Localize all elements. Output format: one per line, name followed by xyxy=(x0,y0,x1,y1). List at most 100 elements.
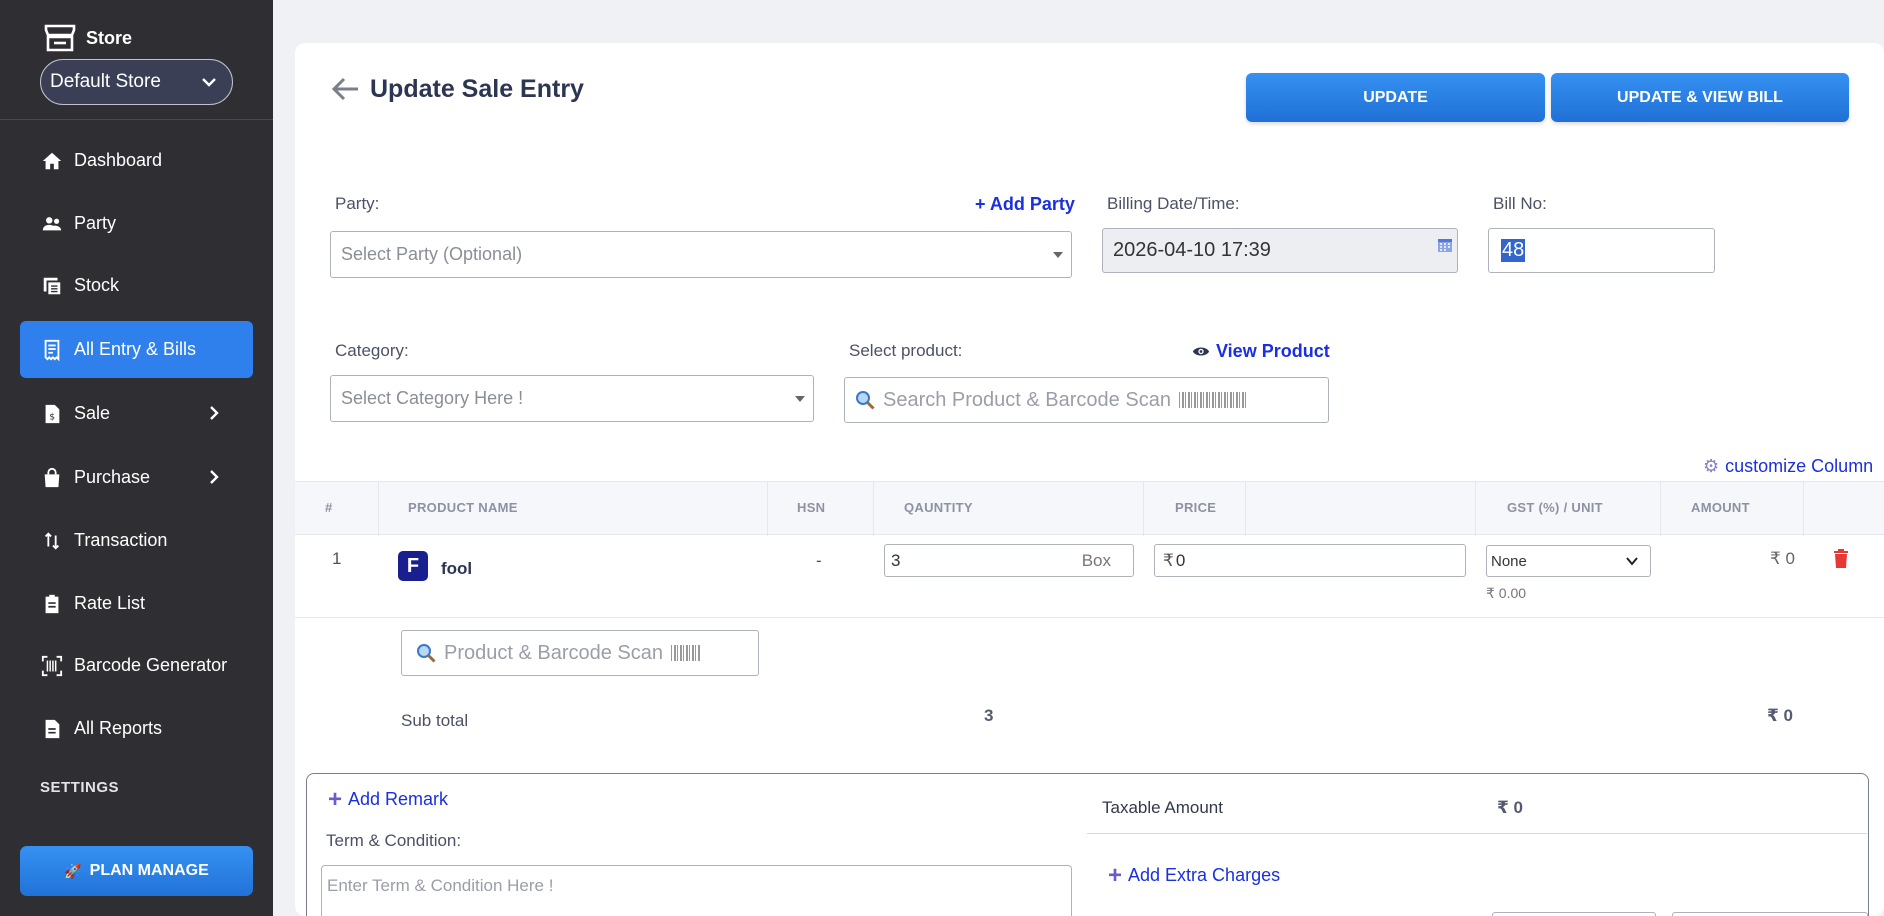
extra-charge-field[interactable] xyxy=(1492,912,1656,916)
home-icon xyxy=(40,149,64,173)
product-badge: F xyxy=(398,551,428,581)
sidebar-item-label: Sale xyxy=(74,403,111,423)
quantity-input[interactable]: 3 Box xyxy=(884,544,1134,577)
sidebar-item-label: All Entry & Bills xyxy=(74,339,197,359)
th-separator xyxy=(767,482,768,536)
th-separator xyxy=(1660,482,1661,536)
sidebar-item-barcode-generator[interactable]: Barcode Generator xyxy=(20,637,253,694)
gst-selected: None xyxy=(1491,552,1527,570)
sidebar-item-sale[interactable]: $ Sale xyxy=(20,385,253,442)
select-product-label: Select product: xyxy=(849,341,963,360)
product-name[interactable]: fool xyxy=(441,559,472,579)
sidebar-item-party[interactable]: Party xyxy=(20,195,253,252)
terms-label: Term & Condition: xyxy=(326,831,462,850)
sidebar-divider xyxy=(0,119,273,120)
currency-symbol: ₹ xyxy=(1163,550,1174,570)
sidebar-item-purchase[interactable]: Purchase xyxy=(20,449,253,506)
product-search-placeholder: Search Product & Barcode Scan xyxy=(883,388,1171,411)
page-title: Update Sale Entry xyxy=(330,73,584,105)
sidebar-item-stock[interactable]: Stock xyxy=(20,257,253,314)
gear-icon: ⚙ xyxy=(1703,456,1720,476)
th-product-name: PRODUCT NAME xyxy=(408,500,518,515)
customize-column-text: customize Column xyxy=(1725,456,1874,476)
store-icon xyxy=(44,24,76,52)
caret-down-icon xyxy=(795,395,805,402)
stock-icon xyxy=(40,274,64,298)
plan-manage-label: PLAN MANAGE xyxy=(89,862,209,879)
th-separator xyxy=(1245,482,1246,536)
th-quantity: QAUNTITY xyxy=(904,500,973,515)
terms-textarea[interactable]: Enter Term & Condition Here ! xyxy=(321,865,1072,916)
th-price: PRICE xyxy=(1175,500,1217,515)
row-index: 1 xyxy=(332,549,342,568)
th-separator xyxy=(873,482,874,536)
store-selected-value: Default Store xyxy=(50,71,161,92)
summary-divider xyxy=(1087,833,1867,834)
customize-column-link[interactable]: ⚙ customize Column xyxy=(1703,456,1873,477)
sidebar-item-label: Rate List xyxy=(74,593,146,613)
th-amount: AMOUNT xyxy=(1691,500,1750,515)
th-separator xyxy=(1143,482,1144,536)
gst-amount: ₹ 0.00 xyxy=(1486,585,1527,601)
subtotal-label: Sub total xyxy=(401,711,469,730)
calendar-icon[interactable] xyxy=(1437,237,1453,253)
people-icon xyxy=(40,212,64,236)
sale-doc-icon: $ xyxy=(40,402,64,426)
sidebar-item-dashboard[interactable]: Dashboard xyxy=(20,132,253,189)
bill-no-label: Bill No: xyxy=(1493,194,1547,213)
plus-icon: + xyxy=(1108,861,1123,889)
chevron-right-icon xyxy=(210,470,219,484)
terms-placeholder: Enter Term & Condition Here ! xyxy=(327,876,554,895)
add-party-link[interactable]: + Add Party xyxy=(975,194,1075,215)
gst-select[interactable]: None xyxy=(1486,545,1651,577)
billing-date-label: Billing Date/Time: xyxy=(1107,194,1240,213)
store-select[interactable]: Default Store xyxy=(40,59,233,105)
eye-icon xyxy=(1192,347,1210,356)
bill-no-input[interactable]: 48 xyxy=(1488,228,1715,273)
sidebar-item-all-entry-bills[interactable]: All Entry & Bills xyxy=(20,321,253,378)
extra-charge-field[interactable] xyxy=(1672,912,1868,916)
add-remark-link[interactable]: + Add Remark xyxy=(328,787,448,811)
add-extra-charges-link[interactable]: + Add Extra Charges xyxy=(1108,861,1281,889)
price-input[interactable]: ₹ 0 xyxy=(1154,544,1466,577)
billing-date-input[interactable]: 2026-04-10 17:39 xyxy=(1102,228,1458,273)
sidebar: Store Default Store Dashboard Party Stoc… xyxy=(0,0,273,916)
add-extra-charges-text: Add Extra Charges xyxy=(1128,865,1281,885)
report-icon xyxy=(40,717,64,741)
sidebar-item-label: Barcode Generator xyxy=(74,655,228,675)
subtotal-quantity: 3 xyxy=(984,706,994,725)
sidebar-item-all-reports[interactable]: All Reports xyxy=(20,700,253,757)
product-search-input[interactable]: Search Product & Barcode Scan xyxy=(844,377,1329,423)
store-header: Store xyxy=(44,24,132,52)
bill-no-value: 48 xyxy=(1501,239,1526,262)
chevron-down-icon xyxy=(202,78,216,87)
caret-down-icon xyxy=(1053,251,1063,258)
store-label: Store xyxy=(86,27,133,48)
update-view-bill-button[interactable]: UPDATE & VIEW BILL xyxy=(1551,73,1849,122)
category-select[interactable]: Select Category Here ! xyxy=(330,375,814,422)
clipboard-icon xyxy=(40,592,64,616)
receipt-icon xyxy=(40,338,64,362)
taxable-amount-value: ₹ 0 xyxy=(1497,798,1524,817)
rocket-icon: 🚀 xyxy=(64,862,82,879)
row-product-search-placeholder: Product & Barcode Scan xyxy=(444,641,664,664)
subtotal-amount: ₹ 0 xyxy=(1767,706,1794,725)
transfer-icon xyxy=(40,529,64,553)
row-product-search-input[interactable]: Product & Barcode Scan xyxy=(401,630,759,676)
th-separator xyxy=(1803,482,1804,536)
sidebar-item-rate-list[interactable]: Rate List xyxy=(20,575,253,632)
plan-manage-button[interactable]: 🚀 PLAN MANAGE xyxy=(20,846,253,896)
party-select[interactable]: Select Party (Optional) xyxy=(330,231,1072,278)
billing-date-value: 2026-04-10 17:39 xyxy=(1113,239,1271,261)
sidebar-item-transaction[interactable]: Transaction xyxy=(20,512,253,569)
delete-icon[interactable] xyxy=(1833,548,1849,568)
update-button[interactable]: UPDATE xyxy=(1246,73,1545,122)
th-hsn: HSN xyxy=(797,500,826,515)
row-hsn: - xyxy=(816,551,822,570)
th-index: # xyxy=(325,500,333,515)
back-arrow-icon[interactable] xyxy=(330,73,362,105)
sidebar-item-label: Party xyxy=(74,213,117,233)
sidebar-item-label: Purchase xyxy=(74,467,151,487)
table-header: # PRODUCT NAME HSN QAUNTITY PRICE GST (%… xyxy=(295,481,1884,536)
view-product-link[interactable]: View Product xyxy=(1192,341,1330,362)
